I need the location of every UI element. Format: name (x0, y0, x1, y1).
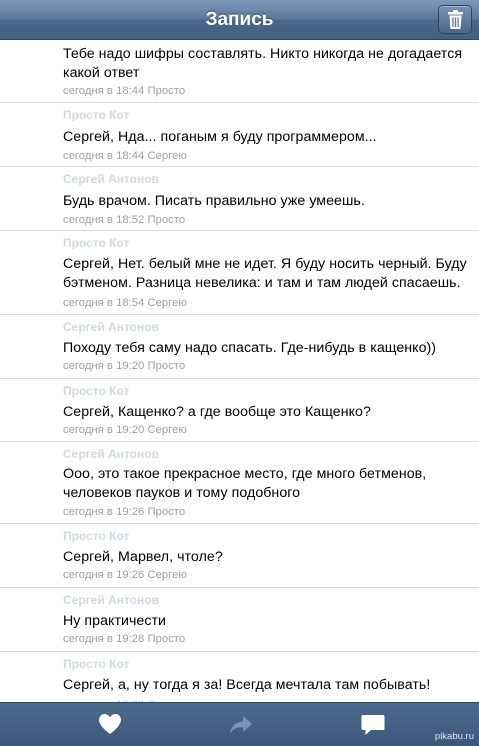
avatar[interactable] (8, 323, 56, 371)
comment-item[interactable]: Сергей Антонов Будь врачом. Писать прави… (0, 167, 479, 231)
comment-item[interactable]: Просто Кот Сергей, Кащенко? а где вообще… (0, 379, 479, 442)
avatar[interactable] (8, 239, 56, 287)
comment-author[interactable]: Просто Кот (63, 236, 129, 250)
page-title: Запись (205, 9, 274, 30)
comment-text: Сергей, а, ну тогда я за! Всегда мечтала… (63, 677, 431, 693)
avatar[interactable] (8, 660, 56, 708)
comment-author[interactable]: Просто Кот (63, 657, 129, 671)
bottom-toolbar (0, 702, 479, 746)
comment-item[interactable]: Сергей Антонов Походу тебя саму надо спа… (0, 315, 479, 379)
comment-text: Сергей, Кащенко? а где вообще это Кащенк… (63, 404, 371, 420)
comment-item[interactable]: Сергей Антонов Ооо, это такое прекрасное… (0, 442, 479, 524)
heart-icon (99, 714, 121, 734)
avatar[interactable] (8, 111, 56, 159)
comment-text: Ну практичести (63, 613, 167, 629)
avatar[interactable] (8, 596, 56, 644)
like-button[interactable] (98, 713, 122, 740)
avatar[interactable] (8, 175, 56, 223)
navigation-bar: Запись (0, 0, 479, 40)
comment-text: Ооо, это такое прекрасное место, где мно… (63, 466, 427, 501)
comment-author[interactable]: Просто Кот (63, 529, 129, 543)
comment-meta: сегодня в 19:20 Просто (63, 360, 186, 372)
delete-button[interactable] (438, 5, 472, 34)
comment-author[interactable]: Сергей Антонов (63, 172, 159, 186)
avatar[interactable] (8, 387, 56, 435)
comment-item[interactable]: Просто Кот Сергей, Нда... поганым я буду… (0, 103, 479, 167)
comment-meta: сегодня в 18:54 Сергею (63, 297, 187, 309)
comment-item[interactable]: Просто Кот Сергей, Нет. белый мне не иде… (0, 231, 479, 315)
comment-meta: сегодня в 19:26 Сергею (63, 569, 187, 581)
comment-text: Сергей, Нет. белый мне не идет. Я буду н… (63, 256, 467, 291)
comment-text: Тебе надо шифры составлять. Никто никогд… (63, 46, 463, 81)
comment-author[interactable]: Просто Кот (63, 384, 129, 398)
avatar[interactable] (8, 42, 56, 90)
comment-item[interactable]: Сергей Антонов Ну практичести сегодня в … (0, 588, 479, 652)
comment-text: Походу тебя саму надо спасать. Где-нибуд… (63, 340, 437, 356)
comment-meta: сегодня в 18:52 Просто (63, 214, 186, 226)
comment-meta: сегодня в 18:44 Сергею (63, 150, 187, 162)
comment-author[interactable]: Сергей Антонов (63, 593, 159, 607)
watermark: pikabu.ru (434, 731, 474, 742)
share-arrow-icon (230, 716, 252, 734)
comment-bubble-icon (361, 715, 385, 735)
comment-meta: сегодня в 19:20 Сергею (63, 424, 187, 436)
comment-text: Сергей, Марвел, чтоле? (63, 549, 223, 565)
comment-meta: сегодня в 19:26 Просто (63, 506, 186, 518)
comment-text: Сергей, Нда... поганым я буду программер… (63, 129, 377, 145)
comment-meta: сегодня в 19:28 Просто (63, 633, 186, 645)
comment-item[interactable]: Тебе надо шифры составлять. Никто никогд… (0, 40, 479, 103)
comment-author[interactable]: Сергей Антонов (63, 320, 159, 334)
avatar[interactable] (8, 532, 56, 580)
avatar[interactable] (8, 450, 56, 498)
comment-meta: сегодня в 18:44 Просто (63, 85, 186, 97)
trash-icon (448, 10, 463, 29)
comment-text: Будь врачом. Писать правильно уже умеешь… (63, 193, 365, 209)
comment-button[interactable] (361, 714, 385, 741)
comment-author[interactable]: Сергей Антонов (63, 447, 159, 461)
comment-author[interactable]: Просто Кот (63, 108, 129, 122)
share-button[interactable] (229, 715, 253, 740)
comment-item[interactable]: Просто Кот Сергей, Марвел, чтоле? сегодн… (0, 524, 479, 588)
